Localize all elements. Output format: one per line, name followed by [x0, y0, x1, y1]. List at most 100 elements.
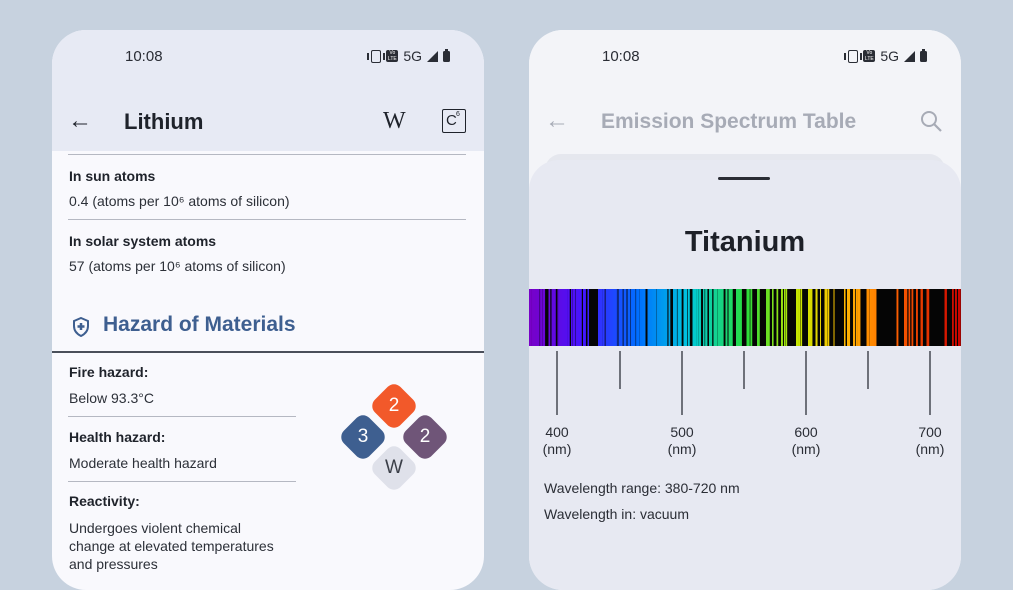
spectrum-line: [599, 289, 602, 346]
tick-label: 700 (nm): [900, 424, 960, 458]
divider: [52, 351, 484, 353]
arrow-left-icon[interactable]: ←: [68, 107, 92, 135]
status-bar: 10:08 Vo LTE 5G: [52, 30, 484, 82]
volte-icon: Vo LTE: [386, 50, 399, 62]
status-icons: Vo LTE 5G: [844, 48, 927, 64]
spectrum-line: [559, 289, 561, 346]
spectrum-line: [571, 289, 573, 346]
spectrum-line: [628, 289, 631, 346]
row-label: In solar system atoms: [69, 233, 217, 249]
volte-icon: Vo LTE: [863, 50, 876, 62]
spectrum-line: [721, 289, 723, 346]
spectrum-line: [634, 289, 636, 346]
spectrum-line: [538, 289, 540, 346]
vibrate-icon: [367, 49, 386, 63]
spectrum-line: [655, 289, 657, 346]
emission-spectrum-screen: 10:08 Vo LTE 5G ← Emission Spectrum Table…: [529, 30, 961, 590]
drag-handle[interactable]: [718, 177, 770, 180]
spectrum-line: [772, 289, 774, 346]
spectrum-line: [652, 289, 654, 346]
spectrum-line: [557, 289, 559, 346]
spectrum-line: [767, 289, 770, 346]
reactivity-label: Reactivity:: [69, 493, 140, 509]
spectrum-line: [848, 289, 851, 346]
spectrum-line: [749, 289, 751, 346]
divider: [68, 481, 296, 482]
spectrum-line: [725, 289, 728, 346]
spectrum-line: [952, 289, 954, 346]
spectrum-line: [700, 289, 702, 346]
bottom-sheet[interactable]: Titanium 400 (nm) 500 (nm) 600 (nm) 700 …: [529, 160, 961, 590]
element-title: Titanium: [684, 226, 806, 258]
row-value: 0.4 (atoms per 10⁶ atoms of silicon): [69, 193, 290, 209]
spectrum-line: [632, 289, 635, 346]
spectrum-line: [541, 289, 543, 346]
spectrum-line: [731, 289, 733, 346]
app-bar: 10:08 Vo LTE 5G ← Lithium W C 6: [52, 30, 484, 151]
arrow-left-icon[interactable]: ←: [545, 107, 569, 135]
spectrum-line: [757, 289, 759, 346]
lithium-screen: 10:08 Vo LTE 5G ← Lithium W C 6 In sun at…: [52, 30, 484, 590]
status-icons: Vo LTE 5G: [367, 48, 450, 64]
battery-icon: [920, 48, 927, 62]
spectrum-line: [944, 289, 947, 346]
spectrum-line: [926, 289, 930, 346]
spectrum-line: [716, 289, 718, 346]
spectrum-line: [548, 289, 551, 346]
spectrum-line: [695, 289, 697, 346]
wikipedia-button[interactable]: W: [383, 108, 406, 135]
element-symbol-button[interactable]: C 6: [442, 109, 466, 133]
tick-value: 600: [794, 424, 818, 440]
spectrum-line: [587, 289, 589, 346]
spectrum-line: [728, 289, 731, 346]
spectrum-line: [955, 289, 957, 346]
spectrum-line: [857, 289, 860, 346]
spectrum-line: [869, 289, 872, 346]
tick-label: 400 (nm): [529, 424, 587, 458]
row-label: In sun atoms: [69, 168, 156, 184]
spectrum-line: [911, 289, 914, 346]
spectrum-line: [530, 289, 532, 346]
spectrum-line: [719, 289, 722, 346]
spectrum-line: [896, 289, 899, 346]
spectrum-line: [776, 289, 779, 346]
spectrum-line: [635, 289, 637, 346]
spectrum-line: [785, 289, 788, 346]
app-bar: 10:08 Vo LTE 5G ← Emission Spectrum Table: [529, 30, 961, 151]
tick-value: 700: [918, 424, 942, 440]
spectrum-line: [815, 289, 818, 346]
spectrum-line: [638, 289, 640, 346]
spectrum-line: [614, 289, 617, 346]
status-bar: 10:08 Vo LTE 5G: [529, 30, 961, 82]
battery-icon: [443, 48, 450, 62]
divider: [68, 154, 466, 155]
spectrum-line: [544, 289, 546, 346]
spectrum-line: [662, 289, 665, 346]
spectrum-line: [905, 289, 908, 346]
spectrum-bar: [529, 289, 961, 346]
spectrum-line: [853, 289, 856, 346]
spectrum-line: [746, 289, 750, 346]
spectrum-line: [866, 289, 869, 346]
spectrum-line: [704, 289, 706, 346]
spectrum-line: [668, 289, 671, 346]
tick-unit: (nm): [542, 441, 572, 457]
spectrum-line: [758, 289, 760, 346]
spectrum-line: [584, 289, 586, 346]
page-title: Lithium: [124, 109, 204, 134]
tick-label: 500 (nm): [652, 424, 712, 458]
element-symbol-number: 6: [456, 111, 460, 118]
spectrum-line: [680, 289, 682, 346]
status-time: 10:08: [125, 48, 163, 65]
spectrum-line: [730, 289, 732, 346]
tick-label: 600 (nm): [776, 424, 836, 458]
spectrum-line: [827, 289, 830, 346]
spectrum-line: [740, 289, 742, 346]
search-icon[interactable]: [919, 109, 943, 133]
spectrum-line: [868, 289, 870, 346]
spectrum-line: [874, 289, 877, 346]
nfpa-special-value: W: [385, 457, 403, 478]
spectrum-line: [722, 289, 724, 346]
tick-value: 400: [545, 424, 569, 440]
signal-icon: [427, 50, 438, 62]
